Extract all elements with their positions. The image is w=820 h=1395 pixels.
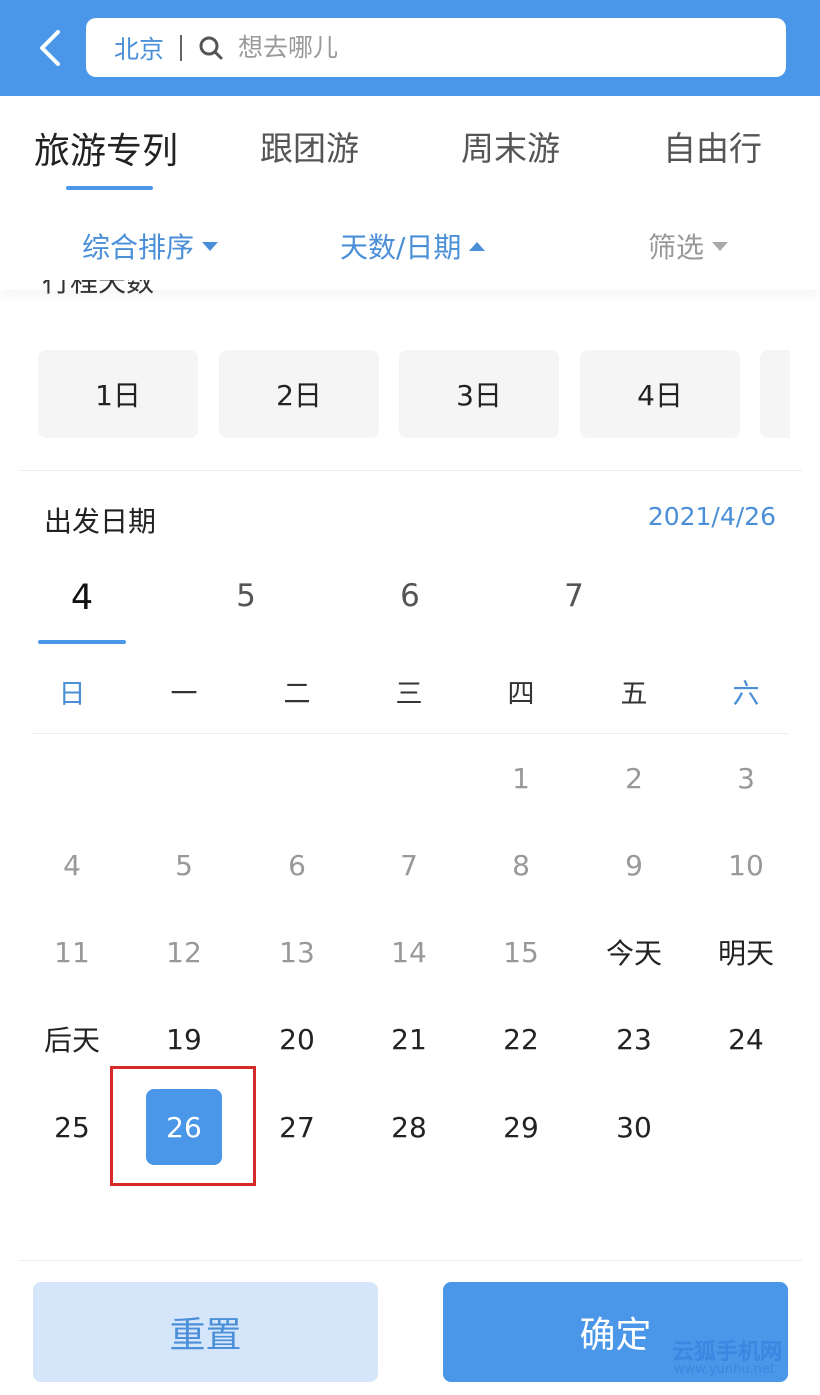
calendar-day[interactable]: 24	[690, 1001, 802, 1077]
calendar-day: 14	[391, 935, 427, 969]
selected-date-value: 2021/4/26	[647, 502, 776, 531]
active-tab-indicator	[66, 186, 153, 190]
calendar-day: 9	[625, 848, 643, 882]
sort-comprehensive-label: 综合排序	[82, 231, 195, 264]
chip-4-day[interactable]: 4日	[580, 350, 740, 438]
divider	[20, 1260, 802, 1261]
search-icon	[196, 33, 226, 63]
calendar-day[interactable]: 今天	[578, 914, 690, 990]
watermark-logo: Y 云狐手机网 www.yunhu.net	[640, 1332, 810, 1384]
back-button[interactable]	[30, 24, 70, 72]
calendar-day: 15	[503, 935, 539, 969]
calendar-day: 4	[63, 848, 81, 882]
calendar-day[interactable]: 29	[465, 1089, 577, 1165]
search-input[interactable]	[238, 33, 659, 62]
tab-tourist-train[interactable]: 旅游专列	[34, 122, 178, 174]
calendar-day[interactable]: 30	[578, 1089, 690, 1165]
calendar-day: 12	[166, 935, 202, 969]
sort-days-date-label: 天数/日期	[340, 231, 462, 264]
caret-down-icon	[202, 241, 219, 251]
reset-button[interactable]: 重置	[33, 1282, 378, 1382]
tab-weekend-tour[interactable]: 周末游	[461, 122, 560, 170]
tab-group-tour[interactable]: 跟团游	[260, 122, 359, 170]
month-tab-5[interactable]: 5	[226, 578, 266, 614]
month-tab-4[interactable]: 4	[62, 578, 102, 618]
top-search-bar: 北京	[0, 0, 820, 96]
active-month-indicator	[38, 640, 126, 644]
filter-label: 筛选	[648, 231, 705, 264]
calendar-day: 10	[728, 848, 764, 882]
caret-up-icon	[469, 241, 486, 251]
filter-button[interactable]: 筛选	[648, 226, 729, 266]
month-tab-6[interactable]: 6	[390, 578, 430, 614]
sort-filter-bar: 综合排序 天数/日期 筛选	[0, 200, 820, 290]
weekday-label: 六	[732, 679, 760, 710]
calendar-day[interactable]: 21	[353, 1001, 465, 1077]
calendar-day: 7	[400, 848, 418, 882]
calendar-day: 13	[279, 935, 315, 969]
calendar-day[interactable]: 明天	[690, 914, 802, 990]
calendar-day[interactable]: 27	[241, 1089, 353, 1165]
sort-comprehensive[interactable]: 综合排序	[82, 226, 219, 266]
divider	[32, 733, 788, 734]
calendar-day[interactable]: 22	[465, 1001, 577, 1077]
trip-days-chips: 1日 2日 3日 4日	[38, 350, 790, 440]
search-box[interactable]: 北京	[86, 18, 786, 77]
calendar-day: 1	[512, 761, 530, 795]
tab-independent-travel[interactable]: 自由行	[663, 122, 762, 170]
calendar-day: 6	[288, 848, 306, 882]
chip-1-day[interactable]: 1日	[38, 350, 198, 438]
calendar-day: 11	[54, 935, 90, 969]
chevron-left-icon	[40, 30, 60, 66]
weekday-label: 四	[507, 679, 535, 710]
chip-more[interactable]	[760, 350, 790, 438]
weekday-label: 三	[395, 679, 423, 710]
calendar-day[interactable]: 23	[578, 1001, 690, 1077]
calendar-day: 3	[737, 761, 755, 795]
departure-date-title: 出发日期	[44, 505, 157, 538]
divider	[20, 470, 802, 471]
watermark-url: www.yunhu.net	[674, 1362, 775, 1377]
calendar-day: 8	[512, 848, 530, 882]
city-selector[interactable]: 北京	[114, 30, 164, 66]
sort-days-date[interactable]: 天数/日期	[340, 226, 486, 266]
calendar-day: 5	[175, 848, 193, 882]
category-tabs: 旅游专列 跟团游 周末游 自由行	[0, 96, 820, 196]
weekday-label: 五	[620, 679, 648, 710]
calendar-day: 2	[625, 761, 643, 795]
weekday-label: 一	[170, 679, 198, 710]
weekday-label: 日	[58, 679, 86, 710]
divider	[180, 34, 183, 61]
caret-down-icon	[712, 241, 729, 251]
month-tab-7[interactable]: 7	[554, 578, 594, 614]
highlight-frame	[110, 1066, 256, 1186]
weekday-label: 二	[283, 679, 311, 710]
watermark-letter: Y	[640, 1334, 667, 1378]
calendar-day[interactable]: 28	[353, 1089, 465, 1165]
trip-days-label: 行程天数	[42, 280, 155, 298]
chip-2-day[interactable]: 2日	[219, 350, 379, 438]
calendar-day[interactable]: 20	[241, 1001, 353, 1077]
chip-3-day[interactable]: 3日	[399, 350, 559, 438]
